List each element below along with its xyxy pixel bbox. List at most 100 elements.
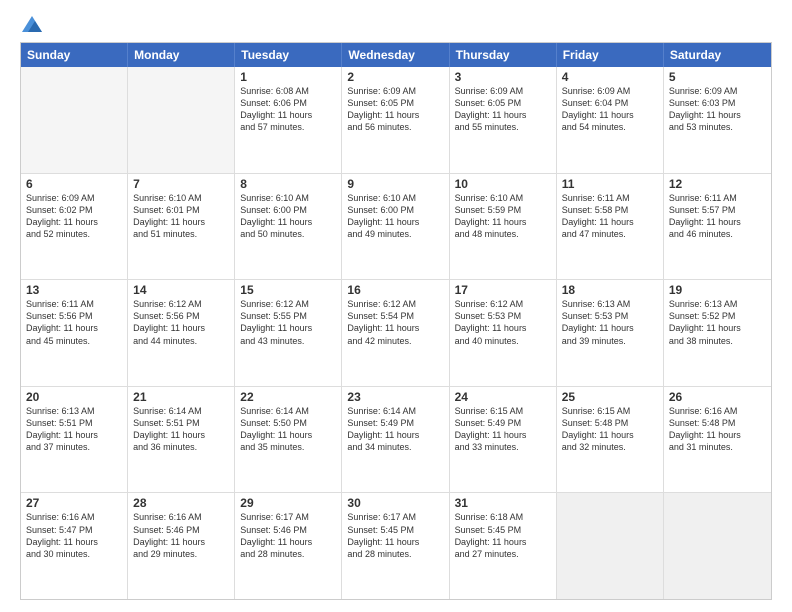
cell-info-line: Sunrise: 6:14 AM: [133, 405, 229, 417]
header-day-tuesday: Tuesday: [235, 43, 342, 67]
cell-info-line: Sunrise: 6:15 AM: [455, 405, 551, 417]
cell-info-line: and 42 minutes.: [347, 335, 443, 347]
day-number: 11: [562, 177, 658, 191]
day-number: 8: [240, 177, 336, 191]
cell-info-line: and 53 minutes.: [669, 121, 766, 133]
cell-info-line: and 30 minutes.: [26, 548, 122, 560]
cell-info-line: Sunrise: 6:15 AM: [562, 405, 658, 417]
cell-info-line: Daylight: 11 hours: [562, 322, 658, 334]
cell-info-line: Sunrise: 6:09 AM: [26, 192, 122, 204]
header: [20, 16, 772, 32]
day-number: 21: [133, 390, 229, 404]
cell-info-line: Sunset: 6:00 PM: [347, 204, 443, 216]
header-day-thursday: Thursday: [450, 43, 557, 67]
cell-info-line: Sunset: 6:03 PM: [669, 97, 766, 109]
cell-info-line: Sunrise: 6:14 AM: [347, 405, 443, 417]
logo-icon: [22, 16, 42, 32]
cell-info-line: and 36 minutes.: [133, 441, 229, 453]
cell-info-line: and 49 minutes.: [347, 228, 443, 240]
cell-info-line: Sunset: 5:49 PM: [455, 417, 551, 429]
cell-info-line: Daylight: 11 hours: [455, 322, 551, 334]
cal-cell-20: 20Sunrise: 6:13 AMSunset: 5:51 PMDayligh…: [21, 387, 128, 493]
day-number: 14: [133, 283, 229, 297]
cell-info-line: Sunrise: 6:11 AM: [26, 298, 122, 310]
cell-info-line: Sunrise: 6:13 AM: [26, 405, 122, 417]
cal-cell-8: 8Sunrise: 6:10 AMSunset: 6:00 PMDaylight…: [235, 174, 342, 280]
cell-info-line: Sunset: 5:51 PM: [26, 417, 122, 429]
calendar-row-2: 13Sunrise: 6:11 AMSunset: 5:56 PMDayligh…: [21, 279, 771, 386]
day-number: 29: [240, 496, 336, 510]
cal-cell-18: 18Sunrise: 6:13 AMSunset: 5:53 PMDayligh…: [557, 280, 664, 386]
cell-info-line: Daylight: 11 hours: [347, 322, 443, 334]
page: SundayMondayTuesdayWednesdayThursdayFrid…: [0, 0, 792, 612]
cal-cell-31: 31Sunrise: 6:18 AMSunset: 5:45 PMDayligh…: [450, 493, 557, 599]
calendar: SundayMondayTuesdayWednesdayThursdayFrid…: [20, 42, 772, 600]
cell-info-line: Sunrise: 6:18 AM: [455, 511, 551, 523]
cell-info-line: and 38 minutes.: [669, 335, 766, 347]
day-number: 23: [347, 390, 443, 404]
day-number: 24: [455, 390, 551, 404]
cell-info-line: Sunset: 5:45 PM: [347, 524, 443, 536]
cell-info-line: Sunset: 5:54 PM: [347, 310, 443, 322]
cell-info-line: and 29 minutes.: [133, 548, 229, 560]
day-number: 28: [133, 496, 229, 510]
calendar-row-0: 1Sunrise: 6:08 AMSunset: 6:06 PMDaylight…: [21, 67, 771, 173]
day-number: 20: [26, 390, 122, 404]
cal-cell-21: 21Sunrise: 6:14 AMSunset: 5:51 PMDayligh…: [128, 387, 235, 493]
day-number: 4: [562, 70, 658, 84]
cell-info-line: and 47 minutes.: [562, 228, 658, 240]
cal-cell-10: 10Sunrise: 6:10 AMSunset: 5:59 PMDayligh…: [450, 174, 557, 280]
cell-info-line: Sunrise: 6:14 AM: [240, 405, 336, 417]
day-number: 2: [347, 70, 443, 84]
cal-cell-9: 9Sunrise: 6:10 AMSunset: 6:00 PMDaylight…: [342, 174, 449, 280]
cell-info-line: Sunrise: 6:16 AM: [669, 405, 766, 417]
cell-info-line: and 57 minutes.: [240, 121, 336, 133]
cell-info-line: and 52 minutes.: [26, 228, 122, 240]
cal-cell-12: 12Sunrise: 6:11 AMSunset: 5:57 PMDayligh…: [664, 174, 771, 280]
cell-info-line: Sunset: 5:52 PM: [669, 310, 766, 322]
cell-info-line: and 50 minutes.: [240, 228, 336, 240]
cal-cell-15: 15Sunrise: 6:12 AMSunset: 5:55 PMDayligh…: [235, 280, 342, 386]
cell-info-line: Sunset: 5:58 PM: [562, 204, 658, 216]
cell-info-line: Daylight: 11 hours: [240, 216, 336, 228]
day-number: 10: [455, 177, 551, 191]
cal-cell-1: 1Sunrise: 6:08 AMSunset: 6:06 PMDaylight…: [235, 67, 342, 173]
day-number: 31: [455, 496, 551, 510]
day-number: 15: [240, 283, 336, 297]
cell-info-line: Daylight: 11 hours: [26, 322, 122, 334]
cell-info-line: Sunset: 5:51 PM: [133, 417, 229, 429]
header-day-wednesday: Wednesday: [342, 43, 449, 67]
cal-cell-11: 11Sunrise: 6:11 AMSunset: 5:58 PMDayligh…: [557, 174, 664, 280]
cell-info-line: and 33 minutes.: [455, 441, 551, 453]
day-number: 17: [455, 283, 551, 297]
cell-info-line: and 34 minutes.: [347, 441, 443, 453]
cell-info-line: and 44 minutes.: [133, 335, 229, 347]
cell-info-line: Daylight: 11 hours: [26, 536, 122, 548]
cell-info-line: Sunset: 5:50 PM: [240, 417, 336, 429]
cal-cell-17: 17Sunrise: 6:12 AMSunset: 5:53 PMDayligh…: [450, 280, 557, 386]
cell-info-line: Daylight: 11 hours: [669, 109, 766, 121]
day-number: 30: [347, 496, 443, 510]
day-number: 12: [669, 177, 766, 191]
cell-info-line: Sunrise: 6:09 AM: [562, 85, 658, 97]
cell-info-line: Sunset: 5:56 PM: [133, 310, 229, 322]
cell-info-line: Daylight: 11 hours: [455, 536, 551, 548]
day-number: 16: [347, 283, 443, 297]
cell-info-line: Daylight: 11 hours: [455, 429, 551, 441]
cell-info-line: Sunrise: 6:09 AM: [347, 85, 443, 97]
cell-info-line: and 35 minutes.: [240, 441, 336, 453]
cell-info-line: Sunset: 6:05 PM: [455, 97, 551, 109]
cell-info-line: and 28 minutes.: [347, 548, 443, 560]
cell-info-line: Sunrise: 6:12 AM: [133, 298, 229, 310]
cell-info-line: Sunset: 5:57 PM: [669, 204, 766, 216]
cell-info-line: and 51 minutes.: [133, 228, 229, 240]
cell-info-line: and 32 minutes.: [562, 441, 658, 453]
cell-info-line: Daylight: 11 hours: [133, 216, 229, 228]
cell-info-line: Sunrise: 6:08 AM: [240, 85, 336, 97]
cell-info-line: Sunrise: 6:13 AM: [669, 298, 766, 310]
cal-cell-6: 6Sunrise: 6:09 AMSunset: 6:02 PMDaylight…: [21, 174, 128, 280]
cal-cell-empty: [128, 67, 235, 173]
cell-info-line: Sunrise: 6:09 AM: [669, 85, 766, 97]
cal-cell-4: 4Sunrise: 6:09 AMSunset: 6:04 PMDaylight…: [557, 67, 664, 173]
day-number: 1: [240, 70, 336, 84]
